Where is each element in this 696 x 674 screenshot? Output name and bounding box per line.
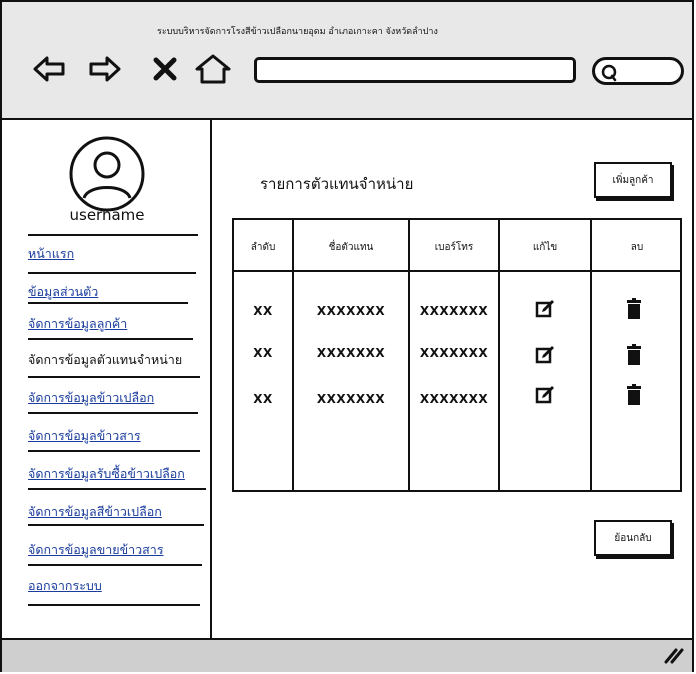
menu-item-logout[interactable]: ออกจากระบบ [28, 576, 102, 596]
cell-name: XXXXXXX [316, 304, 386, 318]
menu-item-paddy-purchase[interactable]: จัดการข้อมูลรับซื้อข้าวเปลือก [28, 464, 185, 484]
menu-item-customers[interactable]: จัดการข้อมูลลูกค้า [28, 314, 127, 334]
edit-icon[interactable] [534, 298, 556, 320]
cell-no: XX [253, 346, 273, 360]
menu-divider [28, 488, 206, 490]
menu-divider [28, 302, 188, 304]
search-icon [601, 64, 617, 82]
col-header-name: ชื่อตัวแทน [328, 242, 374, 253]
browser-window: ระบบบริหารจัดการโรงสีข้าวเปลือกนายอุดม อ… [0, 0, 694, 672]
menu-item-milled-rice[interactable]: จัดการข้อมูลข้าวสาร [28, 426, 141, 446]
dealer-table: ลำดับ ชื่อตัวแทน เบอร์โทร แก้ไข ลบ XX XX… [232, 218, 682, 492]
col-header-delete: ลบ [630, 242, 644, 253]
url-input[interactable] [254, 57, 576, 83]
browser-toolbar: ระบบบริหารจัดการโรงสีข้าวเปลือกนายอุดม อ… [2, 2, 692, 120]
column-divider [590, 220, 592, 490]
page-title: รายการตัวแทนจำหน่าย [260, 175, 414, 193]
menu-item-home[interactable]: หน้าแรก [28, 244, 74, 264]
col-header-no: ลำดับ [250, 242, 276, 253]
cell-phone: XXXXXXX [419, 346, 489, 360]
status-bar [2, 638, 692, 672]
cell-phone: XXXXXXX [419, 392, 489, 406]
menu-divider [28, 450, 200, 452]
sidebar: username หน้าแรก ข้อมูลส่วนตัว จัดการข้อ… [2, 120, 212, 640]
menu-item-dealers[interactable]: จัดการข้อมูลตัวแทนจำหน่าย [28, 350, 182, 370]
menu-divider [28, 564, 202, 566]
menu-divider [28, 272, 196, 274]
menu-divider [28, 234, 198, 236]
cell-name: XXXXXXX [316, 392, 386, 406]
menu-item-profile[interactable]: ข้อมูลส่วนตัว [28, 282, 98, 302]
trash-icon[interactable] [626, 384, 642, 406]
menu-item-paddy[interactable]: จัดการข้อมูลข้าวเปลือก [28, 388, 154, 408]
cell-name: XXXXXXX [316, 346, 386, 360]
edit-icon[interactable] [534, 344, 556, 366]
add-dealer-button[interactable]: เพิ่มลูกค้า [594, 162, 672, 198]
cell-no: XX [253, 392, 273, 406]
menu-item-rice-sales[interactable]: จัดการข้อมูลขายข้าวสาร [28, 540, 164, 560]
col-header-edit: แก้ไข [532, 242, 558, 253]
cell-no: XX [253, 304, 273, 318]
column-divider [498, 220, 500, 490]
avatar-icon [69, 136, 145, 212]
trash-icon[interactable] [626, 298, 642, 320]
menu-divider [28, 412, 198, 414]
search-input[interactable] [592, 57, 684, 85]
resize-grip-icon[interactable] [662, 646, 684, 664]
col-header-phone: เบอร์โทร [434, 242, 474, 253]
menu-divider [28, 524, 204, 526]
forward-arrow-icon[interactable] [88, 54, 122, 84]
menu-divider [28, 338, 193, 340]
username-label: username [69, 206, 145, 224]
menu-divider [28, 376, 200, 378]
menu-divider [28, 604, 200, 606]
back-arrow-icon[interactable] [32, 54, 66, 84]
close-icon[interactable] [152, 54, 178, 84]
back-button[interactable]: ย้อนกลับ [594, 520, 672, 556]
edit-icon[interactable] [534, 384, 556, 406]
window-title: ระบบบริหารจัดการโรงสีข้าวเปลือกนายอุดม อ… [157, 27, 438, 37]
header-divider [234, 270, 680, 272]
trash-icon[interactable] [626, 344, 642, 366]
home-icon[interactable] [194, 54, 232, 84]
cell-phone: XXXXXXX [419, 304, 489, 318]
menu-item-milling[interactable]: จัดการข้อมูลสีข้าวเปลือก [28, 502, 162, 522]
